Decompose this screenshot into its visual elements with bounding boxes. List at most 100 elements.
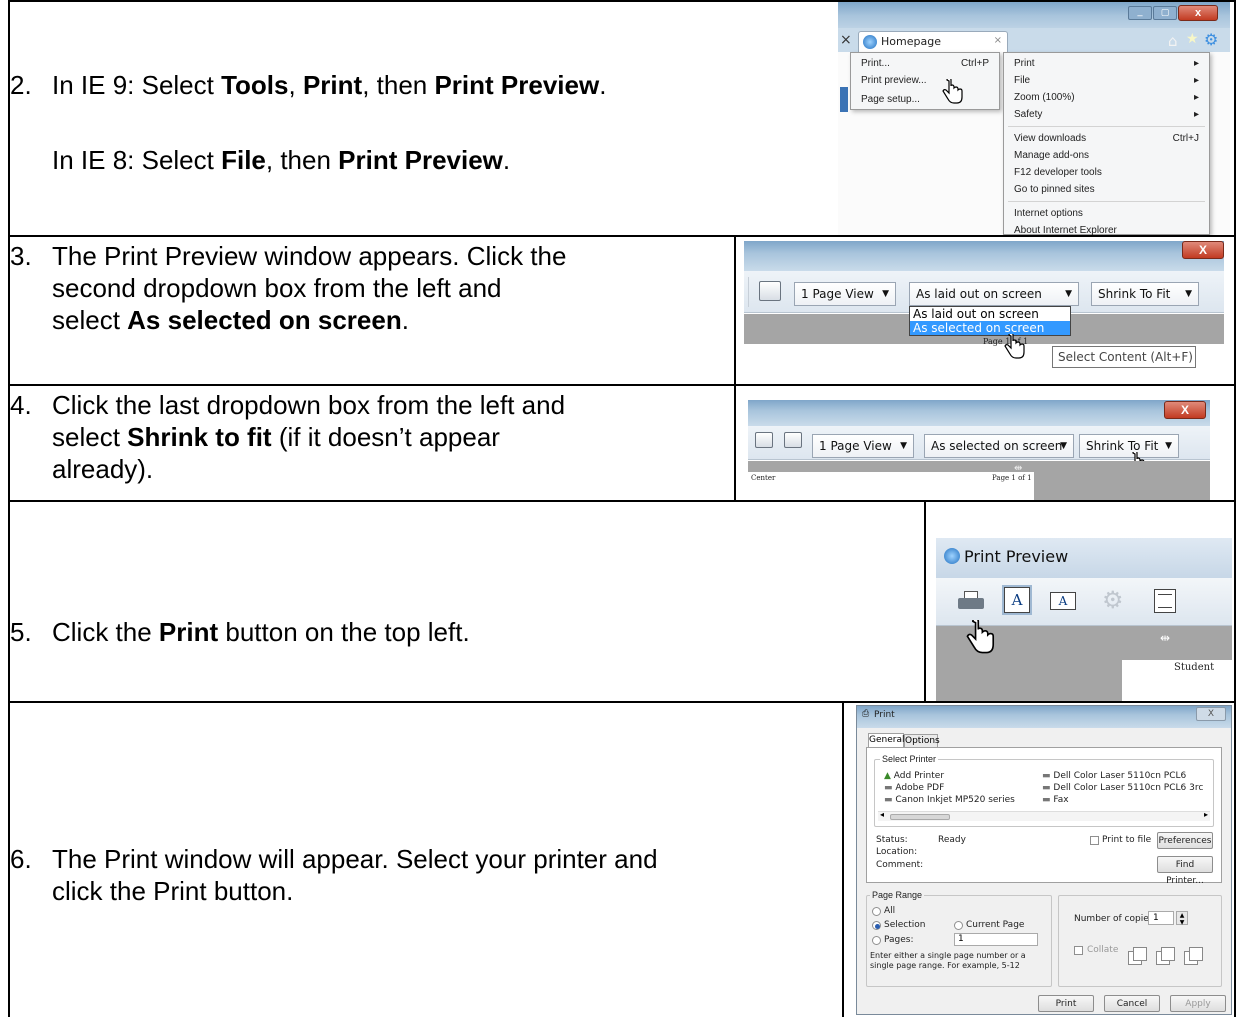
layout-combo[interactable]: As selected on screen ▼ [924, 434, 1074, 458]
pages-input[interactable]: 1 [954, 933, 1038, 946]
menu-separator [1008, 201, 1205, 202]
page-width-icon[interactable] [755, 432, 773, 448]
full-page-icon[interactable] [759, 281, 781, 301]
portrait-icon[interactable]: A [1004, 587, 1030, 613]
step-row-3: 3. The Print Preview window appears. Clic… [8, 237, 1236, 386]
print-button[interactable]: Print [1038, 995, 1094, 1012]
step-2-line-1: 2. In IE 9: Select Tools, Print, then Pri… [10, 69, 606, 101]
menu-print-preview[interactable]: Print preview... [851, 72, 999, 89]
tools-f12[interactable]: F12 developer tools [1004, 164, 1209, 181]
preview-close-icon[interactable]: X [1164, 401, 1206, 419]
step-4-line-2: select Shrink to fit (if it doesn’t appe… [52, 422, 500, 452]
printer-add[interactable]: ▲ Add Printer [884, 771, 944, 781]
home-icon[interactable]: ⌂ [1168, 32, 1178, 50]
page-text: Student [1174, 662, 1215, 673]
tools-view-downloads[interactable]: View downloads Ctrl+J [1004, 130, 1209, 147]
layout-dropdown-list: As laid out on screen As selected on scr… [909, 306, 1071, 336]
select-printer-legend: Select Printer [880, 754, 939, 764]
step-3-line-1: 3. The Print Preview window appears. Clic… [10, 240, 566, 272]
step-2-text-cell: 2. In IE 9: Select Tools, Print, then Pri… [10, 2, 830, 235]
printer-fax[interactable]: ▬ Fax [1042, 795, 1069, 805]
preview-close-icon[interactable]: X [1182, 241, 1224, 259]
printer-list-scrollbar[interactable]: ◂ ▸ [878, 810, 1210, 821]
collate-checkbox[interactable] [1074, 946, 1083, 955]
current-page-label: Current Page [966, 920, 1025, 930]
toolbar-divider [748, 277, 749, 307]
cancel-button[interactable]: Cancel [1104, 995, 1160, 1012]
step-6-line-1: 6. The Print window will appear. Select y… [10, 843, 658, 875]
page-view-combo[interactable]: 1 Page View ▼ [812, 434, 914, 458]
page-view-combo[interactable]: 1 Page View ▼ [794, 282, 896, 306]
step-row-2: 2. In IE 9: Select Tools, Print, then Pri… [8, 0, 1236, 237]
step-6-screenshot: ⎙ Print X General Options Select Printer… [842, 703, 1234, 1017]
step-2-ie8-print-preview: Print Preview [338, 145, 503, 175]
tab-x-icon[interactable]: × [994, 34, 1002, 48]
printer-icon: ▬ [884, 783, 893, 793]
favorites-star-icon[interactable]: ★ [1186, 31, 1199, 47]
tab-options[interactable]: Options [904, 734, 940, 747]
tools-manage-addons[interactable]: Manage add-ons [1004, 147, 1209, 164]
homepage-tab[interactable]: Homepage × [858, 31, 1008, 52]
menu-print[interactable]: Print... Ctrl+P [851, 55, 999, 72]
resize-arrows-icon: ⇹ [1160, 631, 1171, 645]
all-radio[interactable] [872, 907, 881, 916]
step-3-line-2: second dropdown box from the left and [52, 273, 502, 303]
printer-dell-2[interactable]: ▬ Dell Color Laser 5110cn PCL6 3rc [1042, 783, 1203, 793]
layout-combo[interactable]: As laid out on screen ▼ [909, 282, 1079, 306]
print-to-file-checkbox[interactable] [1090, 836, 1099, 845]
step-5-line: 5. Click the Print button on the top left… [10, 617, 470, 647]
option-as-laid-out[interactable]: As laid out on screen [910, 307, 1070, 321]
copies-input[interactable]: 1 [1148, 911, 1174, 925]
shrink-combo[interactable]: Shrink To Fit ▼ [1091, 282, 1199, 306]
full-page-icon[interactable] [784, 432, 802, 448]
printer-icon[interactable] [958, 591, 984, 611]
tools-print[interactable]: Print ▸ [1004, 55, 1209, 72]
tooltip: Select Content (Alt+F) [1052, 346, 1196, 368]
step-2-file: File [221, 145, 266, 175]
instructions-table: 2. In IE 9: Select Tools, Print, then Pri… [0, 0, 1241, 1017]
step-2-screenshot: _ ▢ x × Homepage × ⌂ ★ ⚙ Print... Ctrl+P … [828, 2, 1234, 235]
printer-canon[interactable]: ▬ Canon Inkjet MP520 series [884, 795, 1015, 805]
ie-logo-icon [863, 35, 877, 49]
page-setup-gear-icon[interactable]: ⚙ [1102, 586, 1124, 614]
landscape-icon[interactable]: A [1050, 592, 1076, 610]
selection-radio[interactable] [872, 921, 881, 930]
tools-gear-icon[interactable]: ⚙ [1204, 30, 1218, 49]
preview-title-bar [748, 400, 1210, 426]
find-printer-button[interactable]: Find Printer... [1157, 856, 1213, 886]
pages-radio[interactable] [872, 936, 881, 945]
page-left-label: Center [751, 474, 776, 482]
tools-safety[interactable]: Safety ▸ [1004, 106, 1209, 123]
page-label: Page 1 of 1 [992, 474, 1032, 482]
step-5-screenshot: Print Preview A A ⚙ ⇹ Student [924, 502, 1234, 701]
tools-menu: Print ▸ File ▸ Zoom (100%) ▸ Safety ▸ View d… [1003, 52, 1210, 235]
minimize-icon[interactable]: _ [1128, 6, 1152, 20]
step-3-line-3: select As selected on screen. [52, 305, 409, 335]
tools-about-ie[interactable]: About Internet Explorer [1004, 222, 1209, 235]
menu-page-setup[interactable]: Page setup... [851, 91, 999, 108]
window-close-icon[interactable]: x [1178, 5, 1218, 21]
tools-file[interactable]: File ▸ [1004, 72, 1209, 89]
step-2-ie8-text: In IE 8: Select [52, 145, 222, 175]
print-submenu: Print... Ctrl+P Print preview... Page set… [850, 52, 1000, 110]
maximize-icon[interactable]: ▢ [1153, 6, 1177, 20]
tools-zoom[interactable]: Zoom (100%) ▸ [1004, 89, 1209, 106]
dialog-close-icon[interactable]: X [1196, 707, 1226, 721]
printer-adobe-pdf[interactable]: ▬ Adobe PDF [884, 783, 944, 793]
tools-internet-options[interactable]: Internet options [1004, 205, 1209, 222]
step-2-tools: Tools [221, 70, 289, 100]
status-value: Ready [938, 835, 966, 845]
tools-pinned-sites[interactable]: Go to pinned sites [1004, 181, 1209, 198]
step-6-text: The Print window will appear. Select you… [52, 844, 658, 874]
printer-dell-1[interactable]: ▬ Dell Color Laser 5110cn PCL6 [1042, 771, 1186, 781]
header-footer-icon[interactable] [1154, 589, 1176, 613]
preferences-button[interactable]: Preferences [1157, 832, 1213, 849]
tab-label: Homepage [881, 35, 941, 48]
copies-spinner-icon[interactable]: ▲ ▼ [1176, 911, 1188, 926]
tab-general[interactable]: General [868, 733, 904, 747]
apply-button[interactable]: Apply [1170, 995, 1226, 1012]
option-as-selected[interactable]: As selected on screen [910, 321, 1070, 335]
tab-close-icon[interactable]: × [840, 32, 854, 48]
preview-title: Print Preview [964, 547, 1069, 566]
current-page-radio[interactable] [954, 921, 963, 930]
